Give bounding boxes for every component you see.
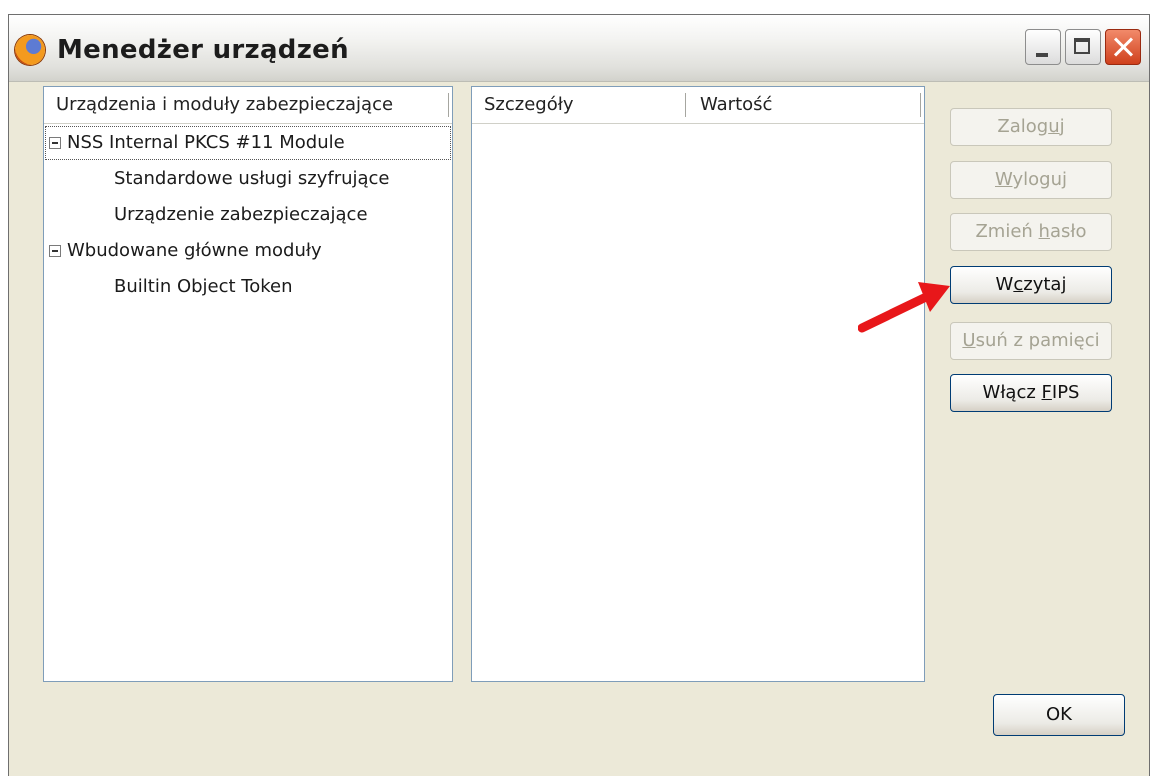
collapse-icon[interactable] [49, 245, 61, 257]
details-column-header[interactable]: Szczegóły [472, 87, 574, 123]
window-title: Menedżer urządzeń [57, 35, 349, 65]
column-separator[interactable] [685, 93, 686, 117]
change-password-button[interactable]: Zmień hasło [950, 213, 1112, 251]
minimize-button[interactable] [1025, 29, 1061, 65]
title-bar[interactable]: Menedżer urządzeń [9, 15, 1149, 82]
tree-item-label: Builtin Object Token [114, 276, 293, 297]
tree-item-label: Wbudowane główne moduły [67, 240, 322, 261]
tree-item-security-device[interactable]: Urządzenie zabezpieczające [44, 197, 452, 233]
firefox-icon [15, 35, 45, 65]
tree-item-label: Urządzenie zabezpieczające [114, 204, 368, 225]
column-separator[interactable] [448, 93, 449, 117]
logout-button[interactable]: Wyloguj [950, 161, 1112, 199]
details-header-row: Szczegóły Wartość [472, 87, 924, 124]
tree-column-header[interactable]: Urządzenia i moduły zabezpieczające [44, 87, 393, 123]
value-column-header[interactable]: Wartość [688, 87, 772, 123]
tree-item-builtin-roots[interactable]: Wbudowane główne moduły [44, 233, 452, 269]
red-arrow-icon [858, 282, 950, 333]
close-button[interactable] [1105, 29, 1141, 65]
login-button[interactable]: Zaloguj [950, 108, 1112, 146]
tree-item-label: NSS Internal PKCS #11 Module [67, 132, 345, 153]
column-separator[interactable] [920, 93, 921, 117]
unload-button[interactable]: Usuń z pamięci [950, 322, 1112, 360]
security-modules-tree[interactable]: Urządzenia i moduły zabezpieczające NSS … [43, 86, 453, 682]
tree-item-builtin-token[interactable]: Builtin Object Token [44, 269, 452, 305]
details-table[interactable]: Szczegóły Wartość [471, 86, 925, 682]
enable-fips-button[interactable]: Włącz FIPS [950, 374, 1112, 412]
ok-button[interactable]: OK [993, 694, 1125, 736]
load-button[interactable]: Wczytaj [950, 266, 1112, 304]
tree-item-label: Standardowe usługi szyfrujące [114, 168, 390, 189]
maximize-button[interactable] [1065, 29, 1101, 65]
tree-header-row: Urządzenia i moduły zabezpieczające [44, 87, 452, 124]
tree-item-nss-internal[interactable]: NSS Internal PKCS #11 Module [44, 125, 452, 161]
collapse-icon[interactable] [49, 137, 61, 149]
tree-item-crypto-services[interactable]: Standardowe usługi szyfrujące [44, 161, 452, 197]
